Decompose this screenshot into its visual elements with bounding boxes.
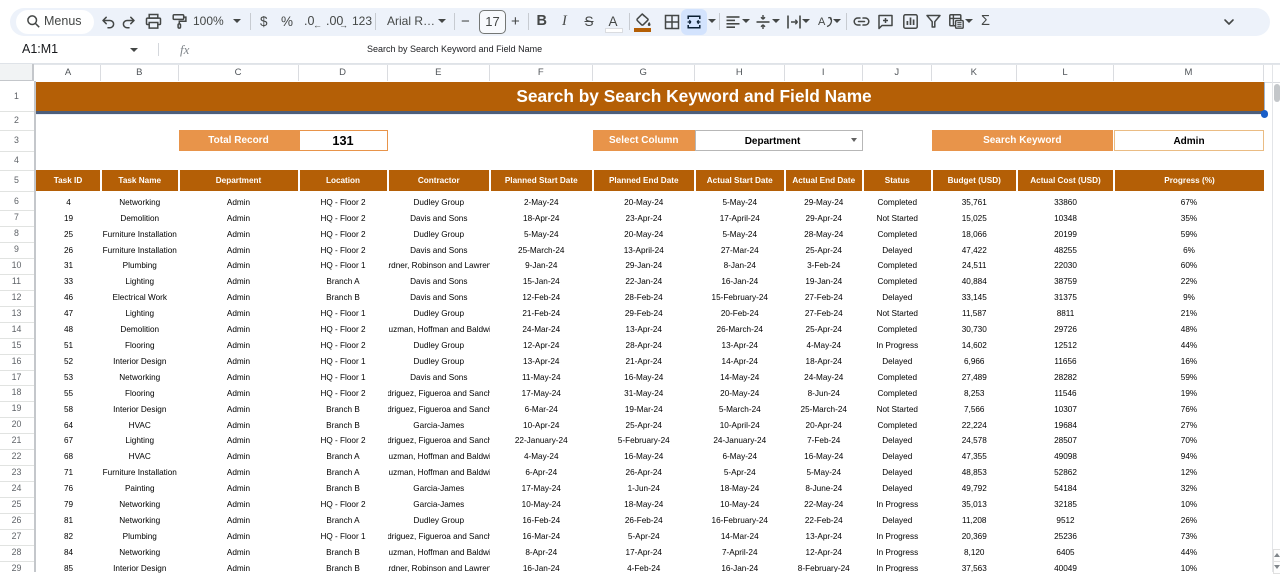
svg-text:A: A (818, 16, 826, 28)
